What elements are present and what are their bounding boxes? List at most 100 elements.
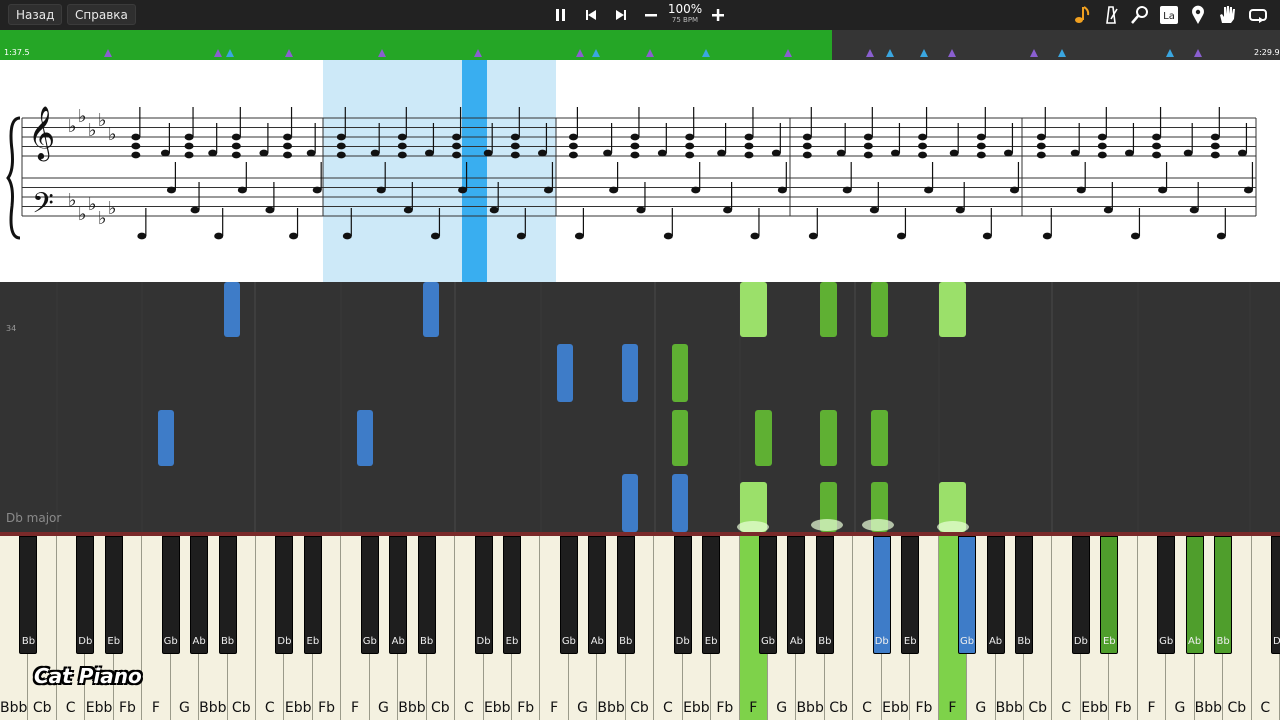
timeline-marker [576, 49, 584, 57]
back-button[interactable]: Назад [8, 4, 63, 25]
note-head [1036, 133, 1046, 141]
note-head [424, 149, 434, 157]
note-head [955, 206, 965, 214]
black-key[interactable]: Db [673, 536, 692, 654]
key-label: Ebb [683, 700, 710, 716]
black-key[interactable]: Db [474, 536, 493, 654]
speed-percent: 100% [667, 2, 703, 16]
note-head [896, 232, 906, 240]
note-head [137, 232, 147, 240]
hand-button[interactable] [1215, 3, 1239, 27]
key-label: Db [78, 636, 93, 647]
key-label: F [1147, 700, 1156, 716]
note-button[interactable] [1070, 3, 1094, 27]
black-key[interactable]: Bb [616, 536, 635, 654]
note-head [452, 133, 462, 141]
black-key[interactable]: Eb [503, 536, 521, 654]
key-label: Cb [231, 700, 251, 716]
timeline-marker [104, 49, 112, 57]
marker-button[interactable] [1186, 3, 1210, 27]
note-head [568, 151, 578, 159]
black-key[interactable]: Db [275, 536, 294, 654]
key-label: C [663, 700, 673, 716]
black-key[interactable]: Ab [389, 536, 408, 654]
piano-roll: 34 Db major [0, 282, 1280, 533]
black-key[interactable]: Ab [588, 536, 607, 654]
help-button[interactable]: Справка [67, 4, 136, 25]
black-key[interactable]: Eb [901, 536, 920, 654]
black-key[interactable]: Gb [1157, 536, 1176, 654]
key-label: Ebb [284, 700, 312, 716]
black-key[interactable]: Db [1071, 536, 1090, 654]
note-head [458, 186, 468, 194]
key-glow [862, 519, 894, 531]
zoom-button[interactable] [1128, 3, 1152, 27]
metronome-icon [1106, 6, 1118, 24]
note-head [1097, 151, 1107, 159]
timeline-scrubber[interactable]: 1:37.5 2:29.9 [0, 30, 1280, 60]
piano-keyboard[interactable]: Bbb Cb C Ebb Fb F G Bbb Cb C Ebb Fb F G Bbb Cb C Ebb Fb F G B… [0, 532, 1280, 720]
black-key[interactable]: Gb [559, 536, 578, 654]
black-key[interactable]: Gb [161, 536, 180, 654]
key-label: C [264, 700, 275, 716]
brace [6, 116, 21, 240]
black-key[interactable]: Eb [702, 536, 721, 654]
note-head [609, 186, 619, 194]
pause-icon [556, 9, 565, 21]
note-head [890, 149, 900, 157]
black-key[interactable]: Gb [759, 536, 777, 654]
note-head [869, 206, 879, 214]
key-label: Fb [119, 700, 136, 716]
black-key[interactable]: Bb [815, 536, 834, 654]
black-key[interactable]: Eb [104, 536, 123, 654]
note-names-button[interactable]: La [1157, 3, 1181, 27]
note-head [1183, 149, 1193, 157]
key-label: F [151, 700, 160, 716]
black-key[interactable]: Bb [218, 536, 237, 654]
black-key[interactable]: Eb [303, 536, 322, 654]
key-label: Ab [789, 636, 804, 647]
black-key[interactable]: Ab [787, 536, 806, 654]
black-key[interactable]: Db [872, 536, 891, 654]
black-key[interactable]: Gb [360, 536, 379, 654]
black-key[interactable]: Gb [958, 536, 977, 654]
note-head [1103, 206, 1113, 214]
key-label: Bbb [1194, 700, 1223, 716]
timeline-marker [226, 49, 234, 57]
black-key[interactable]: Db [1271, 536, 1280, 654]
previous-button[interactable] [580, 3, 602, 27]
note-head [483, 149, 493, 157]
faster-button[interactable] [707, 3, 729, 27]
black-key[interactable]: Ab [1185, 536, 1204, 654]
pause-button[interactable] [550, 3, 572, 27]
note-head [1036, 151, 1046, 159]
black-key[interactable]: Bb [19, 536, 38, 654]
key-label: Gb [960, 636, 975, 647]
note-head [1097, 142, 1107, 150]
next-button[interactable] [610, 3, 632, 27]
key-label: C [1260, 700, 1271, 716]
key-label: Bb [420, 636, 434, 647]
black-key[interactable]: Bb [1015, 536, 1033, 654]
black-key[interactable]: Ab [986, 536, 1005, 654]
skip-back-icon [586, 10, 596, 20]
note-head [657, 149, 667, 157]
note-head [190, 206, 200, 214]
note-head [403, 206, 413, 214]
loop-button[interactable] [1246, 3, 1270, 27]
metronome-button[interactable] [1099, 3, 1123, 27]
black-key[interactable]: Db [76, 536, 95, 654]
note-head [924, 186, 934, 194]
black-key[interactable]: Ab [190, 536, 209, 654]
note-head [1042, 232, 1052, 240]
key-label: C [65, 700, 76, 716]
note-head [283, 142, 293, 150]
black-key[interactable]: Eb [1100, 536, 1119, 654]
slower-button[interactable] [640, 3, 662, 27]
note-head [336, 133, 346, 141]
note-head [744, 151, 754, 159]
timeline-marker [214, 49, 222, 57]
black-key[interactable]: Bb [417, 536, 436, 654]
note-head [510, 151, 520, 159]
black-key[interactable]: Bb [1214, 536, 1233, 654]
